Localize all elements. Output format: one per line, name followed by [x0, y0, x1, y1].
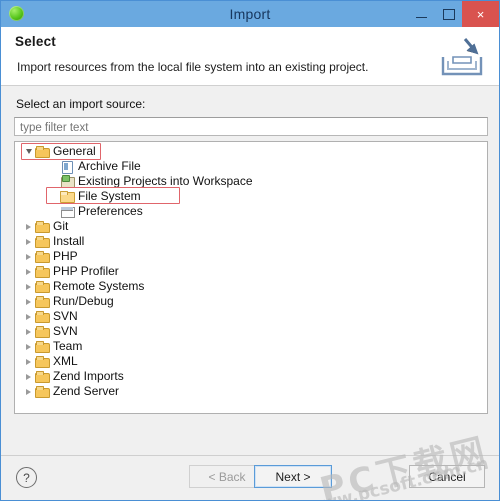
title-bar: Import × [1, 1, 499, 27]
folder-icon [34, 279, 50, 294]
tree-item[interactable]: XML [15, 354, 487, 369]
tree-item-label: Install [53, 234, 85, 248]
tree-item[interactable]: Archive File [15, 159, 487, 174]
close-button[interactable]: × [462, 1, 499, 27]
tree-item-label: Zend Imports [53, 369, 124, 383]
maximize-button[interactable] [435, 1, 462, 27]
import-source-label: Select an import source: [16, 97, 146, 111]
tree-item[interactable]: Zend Server [15, 384, 487, 399]
folder-icon [34, 219, 50, 234]
chevron-right-icon[interactable] [23, 264, 34, 279]
maximize-icon [442, 8, 455, 20]
project-icon [59, 174, 75, 189]
help-icon[interactable]: ? [16, 467, 37, 488]
tree-item-label: PHP [53, 249, 78, 263]
tree-item-label: PHP Profiler [53, 264, 119, 278]
chevron-right-icon[interactable] [23, 384, 34, 399]
tree-item-label: General [53, 144, 96, 158]
folder-icon [34, 354, 50, 369]
chevron-right-icon[interactable] [23, 339, 34, 354]
folder-icon [34, 384, 50, 399]
tree-item[interactable]: Install [15, 234, 487, 249]
chevron-down-icon[interactable] [23, 144, 34, 159]
chevron-right-icon[interactable] [23, 324, 34, 339]
page-title: Select [15, 34, 56, 49]
tree-item[interactable]: PHP [15, 249, 487, 264]
tree-item[interactable]: Existing Projects into Workspace [15, 174, 487, 189]
import-wizard-icon [441, 38, 483, 76]
import-dialog: Import × Select Import resources from th… [0, 0, 500, 501]
tree-item[interactable]: Preferences [15, 204, 487, 219]
wizard-header: Select Import resources from the local f… [1, 27, 499, 86]
folder-icon [34, 234, 50, 249]
folder-icon [34, 249, 50, 264]
tree-item-label: Remote Systems [53, 279, 145, 293]
zend-studio-icon [9, 6, 24, 21]
import-source-tree[interactable]: General Archive File Existing Projects int… [14, 141, 488, 414]
dialog-footer: ? < Back Next > Cancel [1, 455, 499, 500]
tree-item[interactable]: PHP Profiler [15, 264, 487, 279]
folder-icon [34, 144, 50, 159]
filter-input[interactable] [14, 117, 488, 136]
tree-item-label: SVN [53, 324, 78, 338]
tree-item[interactable]: SVN [15, 309, 487, 324]
tree-item[interactable]: Zend Imports [15, 369, 487, 384]
tree-item[interactable]: Git [15, 219, 487, 234]
tree-item-label: XML [53, 354, 78, 368]
tree-item[interactable]: Run/Debug [15, 294, 487, 309]
tree-item-label: File System [78, 189, 141, 203]
tree-item[interactable]: Remote Systems [15, 279, 487, 294]
tree-item-label: Zend Server [53, 384, 120, 398]
tree-item[interactable]: File System [15, 189, 487, 204]
minimize-button[interactable] [408, 1, 435, 27]
cancel-button[interactable]: Cancel [409, 465, 485, 488]
tree-item-label: SVN [53, 309, 78, 323]
chevron-right-icon[interactable] [23, 309, 34, 324]
folder2-icon [59, 189, 75, 204]
tree-item-label: Team [53, 339, 83, 353]
tree-item-label: Git [53, 219, 69, 233]
page-description: Import resources from the local file sys… [17, 60, 369, 74]
tree-item-label: Existing Projects into Workspace [78, 174, 253, 188]
chevron-right-icon[interactable] [23, 294, 34, 309]
folder-icon [34, 324, 50, 339]
chevron-right-icon[interactable] [23, 354, 34, 369]
folder-icon [34, 339, 50, 354]
tree-item-label: Archive File [78, 159, 141, 173]
folder-icon [34, 309, 50, 324]
chevron-right-icon[interactable] [23, 369, 34, 384]
tree-item[interactable]: General [15, 144, 487, 159]
next-button[interactable]: Next > [254, 465, 332, 488]
archive-icon [59, 159, 75, 174]
chevron-right-icon[interactable] [23, 219, 34, 234]
chevron-right-icon[interactable] [23, 279, 34, 294]
tree-item-label: Preferences [78, 204, 143, 218]
folder-icon [34, 369, 50, 384]
tree-item-label: Run/Debug [53, 294, 114, 308]
close-icon: × [476, 6, 485, 22]
prefs-icon [59, 204, 75, 219]
folder-icon [34, 264, 50, 279]
window-controls: × [408, 1, 499, 27]
tree-item[interactable]: SVN [15, 324, 487, 339]
tree-item[interactable]: Team [15, 339, 487, 354]
chevron-right-icon[interactable] [23, 234, 34, 249]
chevron-right-icon[interactable] [23, 249, 34, 264]
folder-icon [34, 294, 50, 309]
dialog-body: Select an import source: GeneralArchive … [1, 86, 499, 500]
minimize-icon [416, 17, 427, 18]
